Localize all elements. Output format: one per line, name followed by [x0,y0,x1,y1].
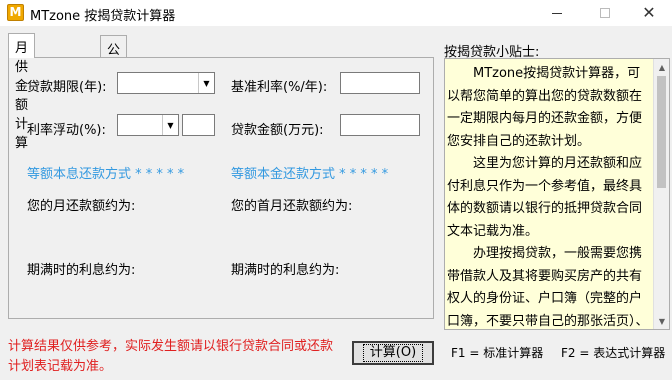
minimize-button[interactable] [534,0,580,26]
calculate-button-label: 计算(O) [362,344,424,362]
interest-total-left-label: 期满时的利息约为: [27,263,136,278]
loan-amount-label: 贷款金额(万元): [231,123,324,138]
interest-total-right-label: 期满时的利息约为: [231,263,340,278]
scroll-down-icon[interactable]: ▼ [654,313,669,329]
tips-paragraph: 这里为您计算的月还款额和应付利息只作为一个参考值，最终具体的数额请以银行的抵押贷… [447,156,643,239]
tips-text: MTzone按揭贷款计算器，可以帮您简单的算出您的贷款数额在一定期限内每月的还款… [447,63,653,329]
maximize-icon [600,8,610,18]
minimize-icon [552,12,562,14]
calculator-panel: 贷款期限(年): ▼ 基准利率(%/年): 利率浮动(%): ▼ 贷款金额(万元… [8,57,434,319]
base-rate-input[interactable] [340,72,420,94]
tab-monthly-payment[interactable]: 月供金额计算 [8,33,36,151]
rate-float-extra-input[interactable] [182,114,215,136]
tips-paragraph: MTzone按揭贷款计算器，可以帮您简单的算出您的贷款数额在一定期限内每月的还款… [447,66,643,149]
equal-principal-title: 等额本金还款方式 * * * * * [231,167,389,182]
calculate-button[interactable]: 计算(O) [352,341,434,365]
close-icon: ✕ [642,3,656,22]
chevron-down-icon: ▼ [198,73,214,93]
base-rate-label: 基准利率(%/年): [231,80,328,95]
window-title: MTzone 按揭贷款计算器 [30,9,176,24]
loan-amount-input[interactable] [340,114,420,136]
app-icon: M [7,4,24,21]
disclaimer-text: 计算结果仅供参考，实际发生额请以银行贷款合同或还款计划表记载为准。 [8,339,334,374]
tips-textbox[interactable]: MTzone按揭贷款计算器，可以帮您简单的算出您的贷款数额在一定期限内每月的还款… [444,58,670,330]
tips-paragraph: 办理按揭贷款，一般需要您携带借款人及其将要购买房产的共有权人的身份证、户口簿（完… [447,246,649,329]
rate-float-label: 利率浮动(%): [27,123,106,138]
tips-scrollbar[interactable]: ▲ ▼ [653,59,669,329]
rate-float-select[interactable]: ▼ [117,114,179,136]
hint-f1: F1 = 标准计算器 [451,346,544,360]
tab-provident-fund[interactable]: 公积金可贷金额计算 [100,35,128,210]
loan-term-label: 贷款期限(年): [27,80,107,95]
maximize-button[interactable] [582,0,628,26]
title-bar: M MTzone 按揭贷款计算器 ✕ [0,0,672,26]
close-button[interactable]: ✕ [626,0,672,26]
equal-installment-title: 等额本息还款方式 * * * * * [27,167,185,182]
scroll-up-icon[interactable]: ▲ [654,59,669,75]
loan-term-select[interactable]: ▼ [117,72,215,94]
hint-f2: F2 = 表达式计算器 [561,346,666,360]
monthly-payment-label: 您的月还款额约为: [27,199,136,214]
scrollbar-thumb[interactable] [657,76,666,188]
first-month-payment-label: 您的首月还款额约为: [231,199,353,214]
chevron-down-icon: ▼ [162,115,178,135]
